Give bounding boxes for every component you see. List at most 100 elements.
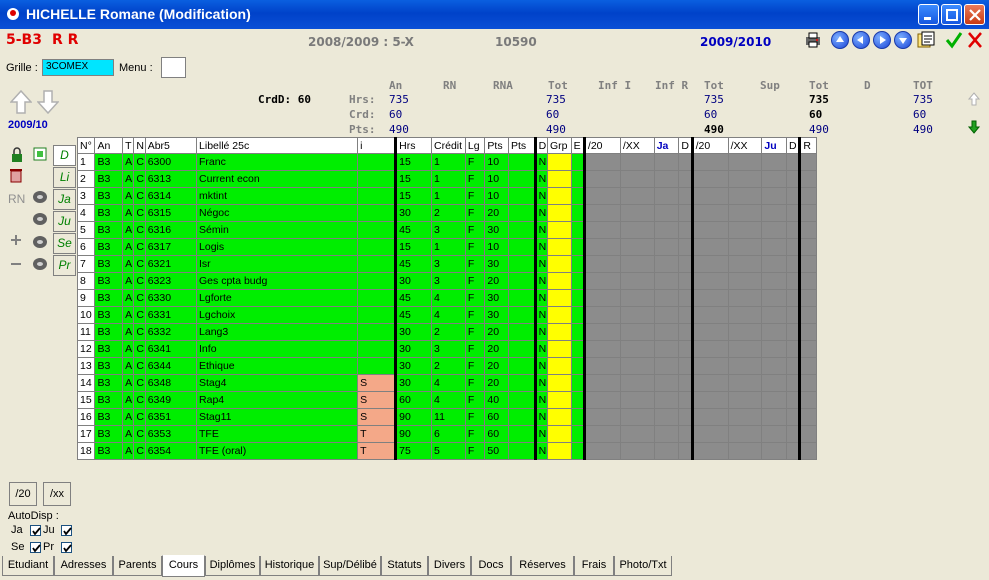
cell-lib[interactable]: Info <box>196 340 359 358</box>
column-header[interactable]: D <box>678 137 694 154</box>
cell[interactable] <box>761 442 788 460</box>
column-header[interactable]: Pts <box>508 137 537 154</box>
cell[interactable] <box>570 374 586 392</box>
cell[interactable] <box>799 306 817 324</box>
notes-icon[interactable] <box>917 31 935 49</box>
cell-pts[interactable]: 20 <box>484 323 509 341</box>
cell[interactable] <box>761 374 788 392</box>
cell-nn[interactable]: C <box>133 391 146 409</box>
cell[interactable] <box>799 408 817 426</box>
cell-abr[interactable]: 6341 <box>144 340 198 358</box>
cell[interactable] <box>546 374 572 392</box>
cell[interactable] <box>546 255 572 273</box>
cell[interactable] <box>678 391 694 409</box>
cell-lib[interactable]: Logis <box>196 238 359 256</box>
cell[interactable] <box>583 442 621 460</box>
cell[interactable] <box>619 357 655 375</box>
cell[interactable] <box>619 289 655 307</box>
cell-lib[interactable]: Stag4 <box>196 374 359 392</box>
cell-t[interactable]: A <box>122 170 135 188</box>
cell[interactable] <box>727 391 763 409</box>
cell[interactable] <box>799 221 817 239</box>
column-header[interactable]: Abr5 <box>144 137 198 154</box>
cell-n[interactable]: 1 <box>76 153 96 171</box>
cell-hrs[interactable]: 30 <box>395 204 433 222</box>
cell-cr[interactable]: 3 <box>431 272 466 290</box>
cell[interactable] <box>583 425 621 443</box>
cell[interactable] <box>678 238 694 256</box>
cell[interactable] <box>786 221 802 239</box>
cell-lg[interactable]: F <box>464 255 486 273</box>
cell-d[interactable]: N <box>534 425 548 443</box>
cell-hrs[interactable]: 30 <box>395 357 433 375</box>
minus-icon[interactable] <box>11 259 21 269</box>
cell-nn[interactable]: C <box>133 306 146 324</box>
cell-t[interactable]: A <box>122 272 135 290</box>
cell-n[interactable]: 16 <box>76 408 96 426</box>
cell-pts[interactable]: 20 <box>484 340 509 358</box>
autodisp-se-checkbox[interactable] <box>30 542 41 553</box>
cell-abr[interactable]: 6332 <box>144 323 198 341</box>
cell[interactable] <box>761 204 788 222</box>
nav-last-button[interactable] <box>894 31 912 49</box>
cell[interactable] <box>653 425 680 443</box>
cell-d[interactable]: N <box>534 204 548 222</box>
cell[interactable] <box>786 170 802 188</box>
cell[interactable] <box>619 255 655 273</box>
cell-d[interactable]: N <box>534 187 548 205</box>
cell[interactable] <box>727 153 763 171</box>
column-header[interactable]: D <box>534 137 548 154</box>
cell-lg[interactable]: F <box>464 221 486 239</box>
cell-abr[interactable]: 6315 <box>144 204 198 222</box>
cell-an[interactable]: B3 <box>94 153 124 171</box>
cell[interactable] <box>691 170 729 188</box>
cell[interactable] <box>799 238 817 256</box>
cell-i[interactable] <box>357 340 398 358</box>
cell[interactable] <box>727 170 763 188</box>
cell[interactable] <box>546 357 572 375</box>
cell-an[interactable]: B3 <box>94 221 124 239</box>
calendar-icon[interactable] <box>33 147 47 161</box>
disk-icon[interactable] <box>32 235 48 249</box>
cell[interactable] <box>508 170 537 188</box>
cell[interactable] <box>619 425 655 443</box>
cell[interactable] <box>508 340 537 358</box>
cell-n[interactable]: 3 <box>76 187 96 205</box>
cell[interactable] <box>691 391 729 409</box>
cell[interactable] <box>727 408 763 426</box>
cell[interactable] <box>678 408 694 426</box>
cell-lib[interactable]: mktint <box>196 187 359 205</box>
cell[interactable] <box>678 272 694 290</box>
cell[interactable] <box>786 187 802 205</box>
cell-lg[interactable]: F <box>464 204 486 222</box>
cell-pts[interactable]: 30 <box>484 306 509 324</box>
cell[interactable] <box>653 442 680 460</box>
cell[interactable] <box>727 204 763 222</box>
cell-cr[interactable]: 4 <box>431 306 466 324</box>
cell-pts[interactable]: 60 <box>484 425 509 443</box>
cell[interactable] <box>619 238 655 256</box>
cell[interactable] <box>799 289 817 307</box>
cell[interactable] <box>786 289 802 307</box>
cell-abr[interactable]: 6321 <box>144 255 198 273</box>
cell[interactable] <box>678 221 694 239</box>
cell[interactable] <box>508 374 537 392</box>
cell[interactable] <box>799 425 817 443</box>
cell[interactable] <box>508 289 537 307</box>
cell[interactable] <box>761 221 788 239</box>
cell-abr[interactable]: 6344 <box>144 357 198 375</box>
cell-i[interactable]: S <box>357 408 398 426</box>
cell-abr[interactable]: 6330 <box>144 289 198 307</box>
cell[interactable] <box>691 340 729 358</box>
cell-i[interactable] <box>357 255 398 273</box>
cell-cr[interactable]: 4 <box>431 289 466 307</box>
cell[interactable] <box>570 340 586 358</box>
cell[interactable] <box>678 204 694 222</box>
tab-frais[interactable]: Frais <box>574 556 614 576</box>
cell[interactable] <box>678 289 694 307</box>
tab-adresses[interactable]: Adresses <box>54 556 113 576</box>
cell-abr[interactable]: 6354 <box>144 442 198 460</box>
cell[interactable] <box>691 425 729 443</box>
cell-lg[interactable]: F <box>464 408 486 426</box>
cell-cr[interactable]: 3 <box>431 340 466 358</box>
